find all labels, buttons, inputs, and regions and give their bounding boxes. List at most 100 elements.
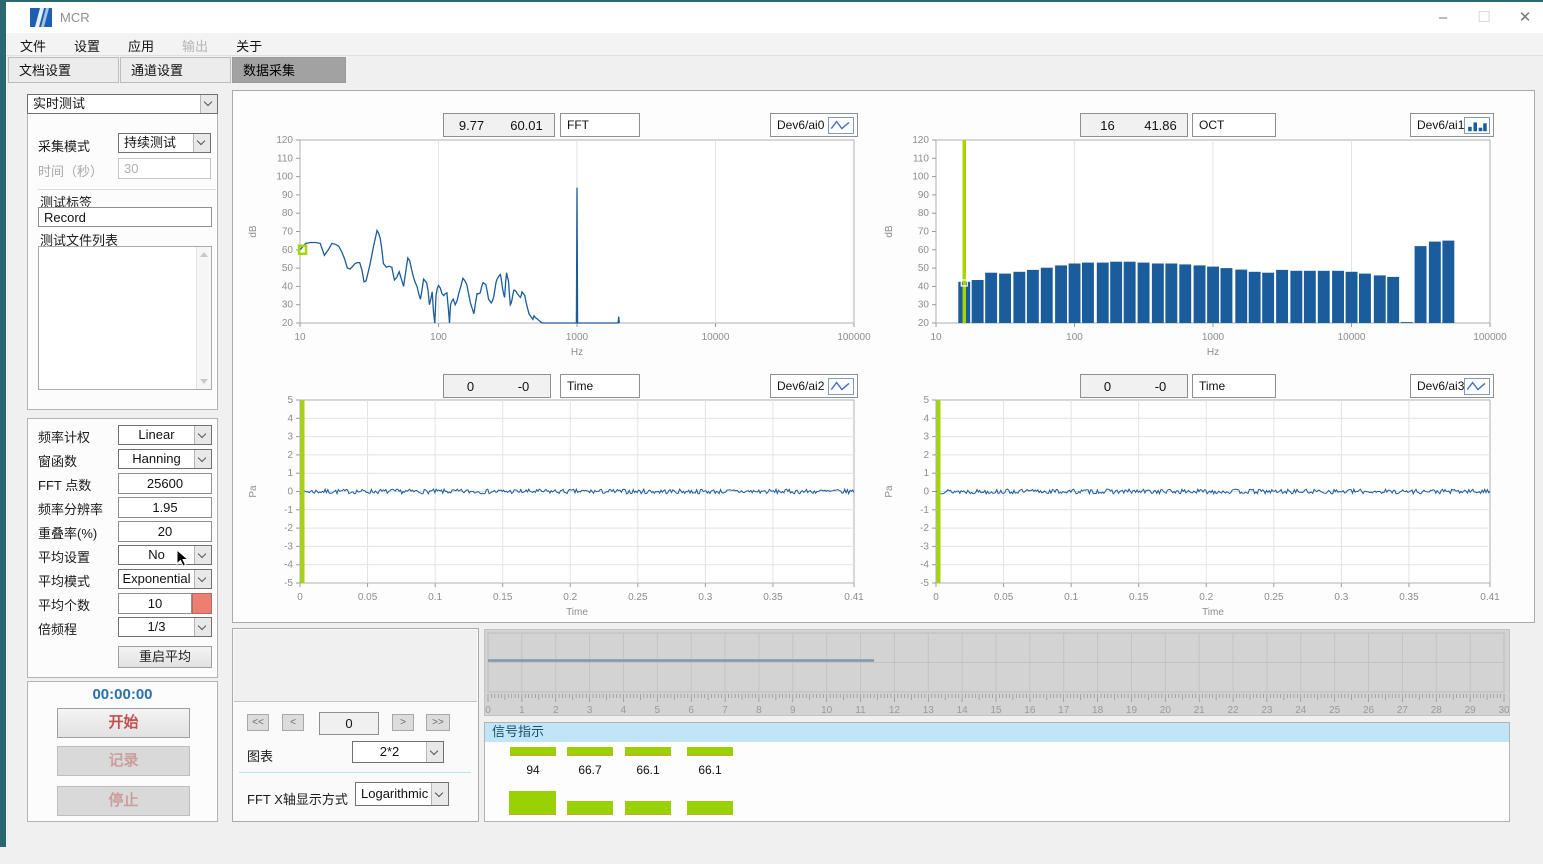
chart-layout-dropdown[interactable] (426, 742, 443, 762)
svg-text:100000: 100000 (837, 332, 871, 343)
svg-text:40: 40 (282, 281, 294, 292)
chevron-down-icon (435, 789, 443, 797)
acq-mode-value: 持续测试 (119, 134, 193, 152)
svg-text:23: 23 (1261, 705, 1273, 715)
app-title: MCR (60, 10, 90, 25)
timeline-ruler[interactable]: 0123456789101112131415161718192021222324… (485, 630, 1509, 715)
window-function-select[interactable]: Hanning (118, 449, 212, 469)
close-button[interactable]: ✕ (1503, 2, 1543, 33)
minimize-button[interactable]: – (1421, 2, 1465, 33)
signal-led-top-3 (625, 747, 671, 756)
nav-first-button[interactable]: << (247, 714, 269, 731)
octave-dropdown[interactable] (194, 618, 211, 636)
octave-select[interactable]: 1/3 (118, 617, 212, 637)
svg-text:30: 30 (1498, 705, 1509, 715)
freq-resolution-field[interactable]: 1.95 (118, 497, 212, 518)
menu-item-application[interactable]: 应用 (114, 33, 168, 58)
svg-text:0: 0 (933, 592, 939, 603)
fft-axis-mode-label: FFT X轴显示方式 (247, 789, 348, 808)
svg-text:100: 100 (1066, 332, 1083, 343)
freq-weighting-select[interactable]: Linear (118, 425, 212, 445)
chart-layout-select[interactable]: 2*2 (352, 741, 444, 763)
menu-item-settings[interactable]: 设置 (60, 33, 114, 58)
svg-text:Time: Time (566, 607, 588, 618)
acq-mode-select[interactable]: 持续测试 (118, 133, 211, 153)
fft-plot[interactable]: 2030405060708090100110120101001000100001… (240, 132, 872, 360)
measure-mode-dropdown[interactable] (200, 95, 217, 113)
nav-index-field[interactable]: 0 (319, 712, 379, 735)
fft-cursor-y: 60.01 (499, 118, 554, 133)
svg-text:-5: -5 (284, 578, 293, 589)
divider-line (239, 772, 471, 773)
oct-plot[interactable]: 2030405060708090100110120101001000100001… (876, 132, 1508, 360)
overlap-pct-field[interactable]: 20 (118, 521, 212, 542)
signal-led-top-1 (510, 747, 556, 756)
avg-setting-select[interactable]: No (118, 545, 212, 565)
display-control-box: << < 0 > >> 图表 2*2 FFT X轴显示方式 Logarithmi… (232, 628, 479, 822)
svg-text:0.41: 0.41 (1480, 592, 1500, 603)
svg-text:4: 4 (621, 705, 627, 715)
menu-item-about[interactable]: 关于 (222, 33, 276, 58)
tab-doc-settings[interactable]: 文档设置 (8, 57, 119, 83)
fft-axis-mode-dropdown[interactable] (431, 783, 448, 805)
avg-mode-select[interactable]: Exponential (118, 569, 212, 589)
record-button: 记录 (57, 746, 190, 776)
svg-text:100: 100 (276, 172, 293, 183)
oct-cursor-y: 41.86 (1134, 118, 1187, 133)
avg-mode-dropdown[interactable] (194, 570, 211, 588)
chart-layout-value: 2*2 (353, 742, 426, 762)
scroll-up-icon[interactable] (200, 252, 208, 257)
svg-text:1000: 1000 (1202, 332, 1225, 343)
svg-text:10: 10 (821, 705, 833, 715)
svg-text:60: 60 (282, 245, 294, 256)
svg-text:10000: 10000 (1338, 332, 1366, 343)
menu-item-file[interactable]: 文件 (6, 33, 60, 58)
nav-next-button[interactable]: > (392, 714, 414, 731)
tab-channel-settings[interactable]: 通道设置 (120, 57, 231, 83)
signal-panel-title: 信号指示 (485, 723, 1509, 742)
time2-plot[interactable]: -5-4-3-2-101234500.050.10.150.20.250.30.… (876, 392, 1508, 620)
tab-data-acquisition[interactable]: 数据采集 (232, 57, 346, 83)
start-button[interactable]: 开始 (57, 708, 190, 738)
avg-setting-dropdown[interactable] (194, 546, 211, 564)
scroll-down-icon[interactable] (200, 379, 208, 384)
signal-led-bottom-1 (509, 791, 556, 815)
timeline-strip[interactable]: 0123456789101112131415161718192021222324… (484, 629, 1510, 716)
acq-mode-dropdown[interactable] (193, 134, 210, 152)
svg-text:15: 15 (990, 705, 1002, 715)
menu-item-output: 输出 (168, 33, 222, 58)
oct-cursor-x: 16 (1081, 118, 1134, 133)
svg-text:50: 50 (918, 263, 930, 274)
svg-text:70: 70 (918, 227, 930, 238)
svg-text:-3: -3 (284, 541, 293, 552)
test-file-list[interactable] (38, 246, 212, 390)
nav-prev-button[interactable]: < (282, 714, 304, 731)
time1-plot[interactable]: -5-4-3-2-101234500.050.10.150.20.250.30.… (240, 392, 872, 620)
svg-text:14: 14 (957, 705, 969, 715)
fft-points-field[interactable]: 25600 (118, 473, 212, 494)
app-window: MCR – ☐ ✕ 文件设置应用输出关于 文档设置通道设置数据采集 实时测试 采… (0, 0, 1543, 864)
svg-text:9: 9 (790, 705, 796, 715)
freq-weighting-dropdown[interactable] (194, 426, 211, 444)
svg-text:80: 80 (282, 208, 294, 219)
measure-mode-select[interactable]: 实时测试 (27, 94, 218, 114)
svg-text:18: 18 (1092, 705, 1104, 715)
nav-last-button[interactable]: >> (426, 714, 450, 731)
window-function-dropdown[interactable] (194, 450, 211, 468)
svg-text:100: 100 (430, 332, 447, 343)
svg-text:-1: -1 (920, 505, 929, 516)
maximize-button[interactable]: ☐ (1462, 2, 1506, 33)
svg-text:90: 90 (918, 190, 930, 201)
svg-text:0.1: 0.1 (428, 592, 442, 603)
svg-text:21: 21 (1194, 705, 1206, 715)
test-label-field[interactable]: Record (38, 207, 212, 227)
avg-count-field[interactable]: 10 (118, 593, 192, 614)
freq-resolution-label: 频率分辨率 (38, 499, 103, 518)
avg-mode-value: Exponential (119, 570, 194, 588)
fft-axis-mode-select[interactable]: Logarithmic (355, 782, 449, 806)
svg-text:16: 16 (1024, 705, 1036, 715)
avg-setting-value: No (119, 546, 194, 564)
restart-average-button[interactable]: 重启平均 (118, 646, 212, 668)
svg-text:100: 100 (912, 172, 929, 183)
file-list-scrollbar[interactable] (196, 247, 211, 389)
